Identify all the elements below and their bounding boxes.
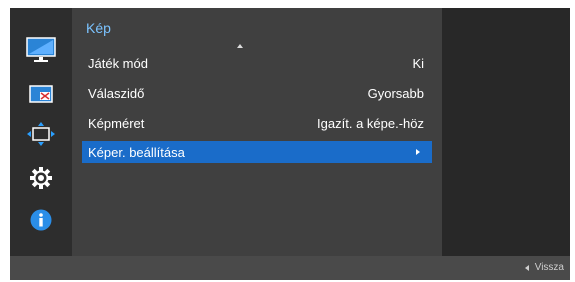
footer-bar: Vissza <box>10 256 570 280</box>
menu-item-label: Képméret <box>88 115 145 131</box>
sidebar-item-picture[interactable] <box>10 32 72 68</box>
menu-item-label: Válaszidő <box>88 85 145 101</box>
back-arrow-icon <box>524 264 529 271</box>
position-size-icon <box>27 122 55 146</box>
menu-item-response-time[interactable]: Válaszidő Gyorsabb <box>82 82 432 104</box>
osd-window: Kép Játék mód Ki Válaszidő Gyorsabb Képm… <box>10 8 570 280</box>
back-label: Vissza <box>534 262 564 273</box>
sidebar-item-pip[interactable] <box>10 76 72 112</box>
menu-item-screen-adjustment[interactable]: Képer. beállítása <box>82 141 432 163</box>
scroll-up-arrow-icon <box>237 44 243 48</box>
menu-item-value: Gyorsabb <box>367 85 424 101</box>
menu-title: Kép <box>86 20 111 36</box>
menu-item-label: Játék mód <box>88 55 148 71</box>
pip-icon <box>29 85 53 103</box>
menu-item-game-mode[interactable]: Játék mód Ki <box>82 52 432 74</box>
picture-menu: Kép Játék mód Ki Válaszidő Gyorsabb Képm… <box>72 8 442 256</box>
back-button[interactable]: Vissza <box>524 262 564 273</box>
submenu-arrow-icon <box>416 149 420 155</box>
sidebar-item-position[interactable] <box>10 116 72 152</box>
sidebar-item-info[interactable] <box>10 202 72 238</box>
picture-icon <box>26 37 56 62</box>
sidebar-item-settings[interactable] <box>10 160 72 196</box>
preview-panel <box>442 8 570 256</box>
info-icon <box>30 209 52 231</box>
gear-icon <box>30 167 52 189</box>
menu-item-value: Igazít. a képe.-höz <box>317 115 424 131</box>
sidebar <box>10 8 72 256</box>
menu-item-picture-size[interactable]: Képméret Igazít. a képe.-höz <box>82 112 432 134</box>
menu-item-label: Képer. beállítása <box>88 144 185 160</box>
menu-item-value: Ki <box>412 55 424 71</box>
